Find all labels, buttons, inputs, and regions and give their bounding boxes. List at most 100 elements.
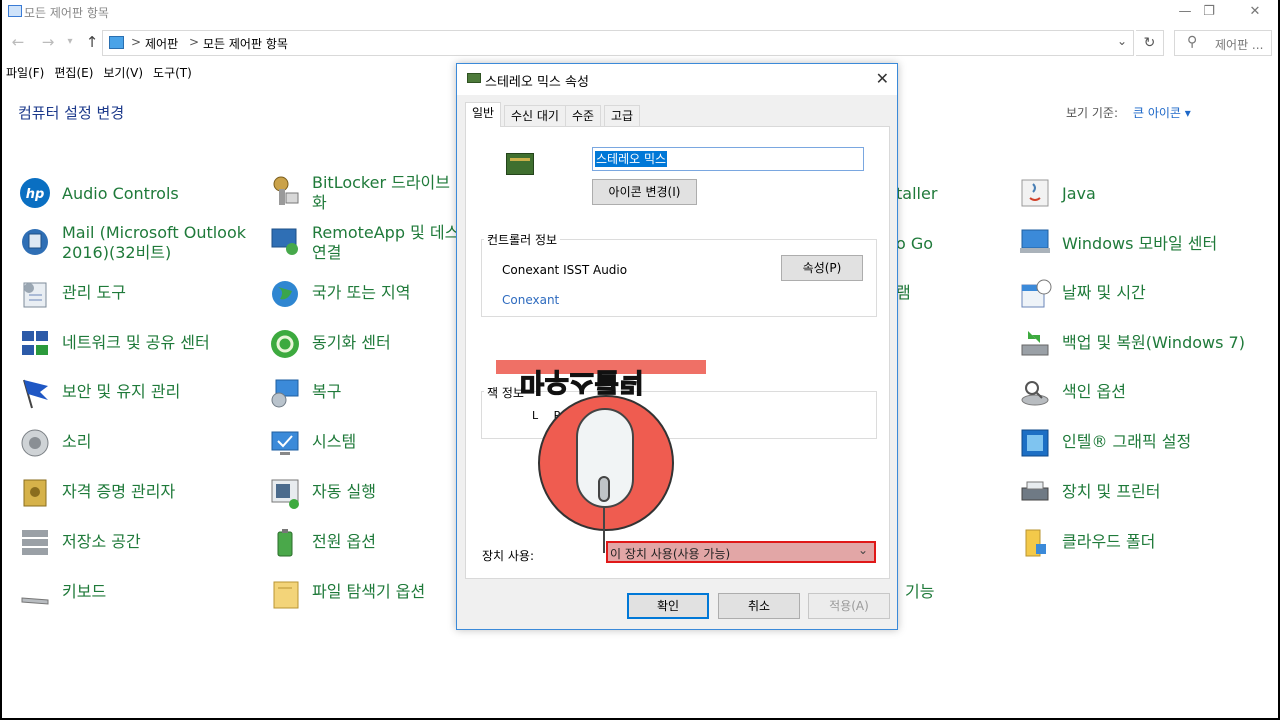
annotation-text: 마우스클릭 [519, 365, 645, 396]
credential-icon [23, 479, 47, 507]
close-button[interactable]: ✕ [1232, 0, 1278, 26]
device-usage-label: 장치 사용: [482, 549, 535, 563]
indexing-icon [1021, 381, 1049, 406]
breadcrumb-control-panel[interactable]: 제어판 [145, 35, 178, 52]
breadcrumb-all-items[interactable]: 모든 제어판 항목 [203, 35, 288, 52]
view-by-dropdown[interactable]: 큰 아이콘 ▾ [1133, 104, 1191, 121]
dialog-title-bar: 스테레오 믹스 속성 ✕ [457, 64, 897, 95]
chevron-down-icon[interactable]: ⌄ [1117, 34, 1127, 48]
autoplay-icon [271, 479, 299, 509]
tab-advanced[interactable]: 고급 [604, 105, 641, 127]
window-title: 모든 제어판 항목 [24, 6, 109, 20]
change-icon-button[interactable]: 아이콘 변경(I) [592, 179, 697, 205]
cp-item-label: Audio Controls [62, 184, 179, 203]
forward-arrow-icon[interactable]: → [38, 32, 58, 52]
storage-icon [22, 530, 48, 555]
mail-icon [22, 229, 48, 255]
java-icon [1021, 179, 1049, 207]
tab-listen[interactable]: 수신 대기 [504, 105, 566, 127]
cp-item-label: 동기화 센터 [312, 333, 391, 352]
folder-options-icon [273, 581, 299, 609]
cp-item-label: 복구 [312, 382, 342, 401]
cp-item-label: 보안 및 유지 관리 [62, 382, 181, 401]
device-name-field[interactable]: 스테레오 믹스 [592, 147, 864, 171]
recent-locations-icon[interactable]: ▾ [60, 32, 80, 52]
network-icon [22, 331, 48, 355]
cp-item-label: 저장소 공간 [62, 532, 141, 551]
sound-card-icon [506, 153, 534, 175]
bitlocker-icon [273, 176, 299, 205]
controller-name: Conexant ISST Audio [502, 263, 628, 277]
cp-item-label: 시스템 [312, 432, 357, 451]
cp-item-label: 날짜 및 시간 [1062, 283, 1146, 302]
view-by-label: 보기 기준: [1066, 106, 1119, 120]
cp-item-label: 색인 옵션 [1062, 382, 1126, 401]
cloud-folder-icon [1025, 529, 1046, 557]
device-usage-dropdown[interactable]: 이 장치 사용(사용 가능) ⌄ [606, 541, 876, 563]
tab-general[interactable]: 일반 [465, 102, 502, 127]
cp-item-label: 클라우드 폴더 [1062, 532, 1156, 551]
control-panel-address-icon [109, 36, 124, 49]
cp-item-label: 네트워크 및 공유 센터 [62, 333, 210, 352]
cp-item-label: taller [896, 184, 938, 203]
back-arrow-icon[interactable]: ← [8, 32, 28, 52]
cp-item-label: 파일 탐색기 옵션 [312, 582, 426, 601]
breadcrumb-separator: > [189, 35, 200, 49]
power-icon [277, 529, 293, 557]
search-icon: ⚲ [1187, 34, 1198, 50]
flag-icon [23, 379, 48, 409]
mouse-cord [603, 507, 605, 553]
menu-view[interactable]: 보기(V) [103, 64, 143, 82]
recovery-icon [271, 379, 299, 408]
control-panel-icon [8, 5, 22, 17]
hp-icon: hp [20, 178, 50, 208]
device-name-value: 스테레오 믹스 [595, 151, 668, 167]
title-bar: 모든 제어판 항목 — ❐ ✕ [2, 0, 1278, 26]
properties-button[interactable]: 속성(P) [781, 255, 863, 281]
address-bar[interactable]: > 제어판 > 모든 제어판 항목 ⌄ [102, 30, 1134, 56]
cp-item-label: 램 [896, 283, 911, 302]
tab-panel-general: 스테레오 믹스 아이콘 변경(I) 컨트롤러 정보 Conexant ISST … [465, 126, 890, 579]
speaker-icon [21, 429, 49, 457]
menu-tools[interactable]: 도구(T) [153, 64, 192, 82]
cp-item-label: 자동 실행 [312, 482, 376, 501]
cp-item-label: 인텔® 그래픽 설정 [1062, 432, 1192, 451]
refresh-button[interactable]: ↻ [1136, 30, 1164, 56]
cp-item-label: BitLocker 드라이브 ｜ 화 [312, 173, 471, 212]
admin-tools-icon [23, 282, 47, 308]
navigation-bar: ← → ▾ ↑ > 제어판 > 모든 제어판 항목 ⌄ ↻ ⚲ 제어판 ... [2, 28, 1278, 58]
cp-item-label: Mail (Microsoft Outlook 2016)(32비트) [62, 223, 247, 262]
system-icon [271, 431, 299, 455]
restore-button[interactable]: ❐ [1186, 0, 1232, 26]
tab-levels[interactable]: 수준 [565, 105, 602, 127]
menu-file[interactable]: 파일(F) [6, 64, 44, 82]
remoteapp-icon [271, 228, 298, 255]
mouse-wheel-icon [598, 476, 610, 502]
controller-vendor-link[interactable]: Conexant [502, 293, 559, 307]
up-arrow-icon[interactable]: ↑ [82, 32, 102, 52]
menu-edit[interactable]: 편집(E) [54, 64, 93, 82]
ok-button[interactable]: 확인 [627, 593, 709, 619]
cp-item-label: Java [1062, 184, 1096, 203]
svg-text:hp: hp [26, 187, 45, 202]
breadcrumb-separator: > [131, 35, 142, 49]
cp-item-label: 기능 [905, 582, 935, 601]
cp-item-label: 키보드 [62, 582, 107, 601]
mobility-icon [1020, 229, 1050, 253]
cp-item-label: 관리 도구 [62, 283, 126, 302]
controller-info-title: 컨트롤러 정보 [484, 231, 561, 248]
cp-item-label: RemoteApp 및 데스 연결 [312, 223, 460, 262]
intel-icon [1021, 429, 1049, 457]
apply-button[interactable]: 적용(A) [808, 593, 890, 619]
keyboard-icon [21, 597, 49, 605]
search-input[interactable]: ⚲ 제어판 ... [1174, 30, 1272, 56]
dialog-close-icon[interactable]: ✕ [876, 69, 889, 88]
stereo-mix-properties-dialog: 스테레오 믹스 속성 ✕ 일반 수신 대기 수준 고급 스테레오 믹스 아이콘 … [456, 63, 898, 630]
page-title: 컴퓨터 설정 변경 [18, 104, 125, 122]
cancel-button[interactable]: 취소 [718, 593, 800, 619]
chevron-down-icon: ⌄ [857, 543, 868, 557]
sound-card-icon [467, 73, 481, 83]
sync-icon [271, 330, 299, 358]
cp-item-label: o Go [896, 234, 934, 253]
calendar-icon [1021, 279, 1052, 308]
